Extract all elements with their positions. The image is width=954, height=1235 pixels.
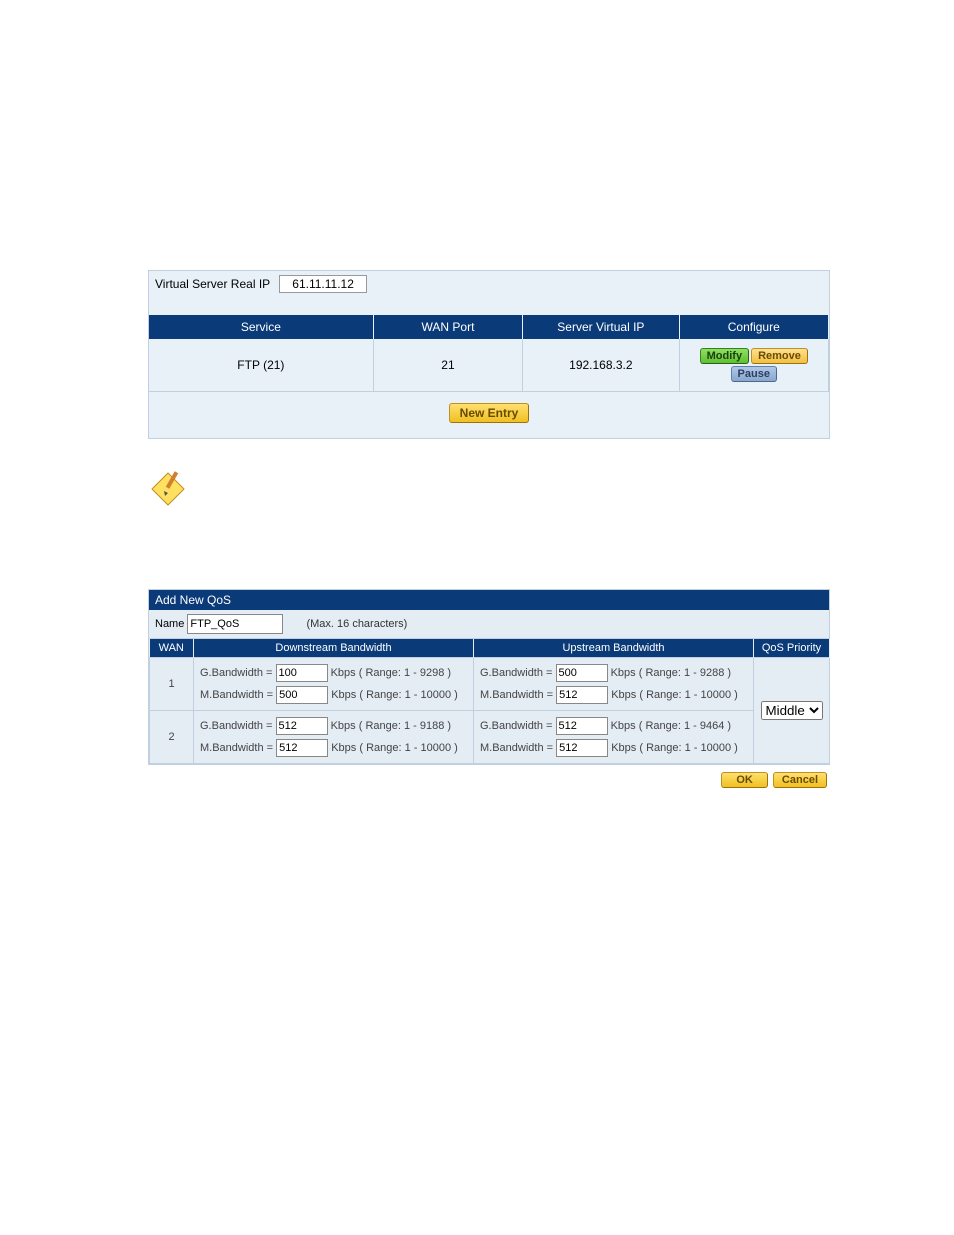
m-bandwidth-label: M.Bandwidth = <box>480 689 553 701</box>
table-row: FTP (21) 21 192.168.3.2 ModifyRemove Pau… <box>149 339 829 392</box>
virtual-server-real-ip-value: 61.11.11.12 <box>279 275 367 293</box>
qos-panel: Add New QoS Name (Max. 16 characters) WA… <box>148 589 830 765</box>
up-m-input[interactable] <box>556 739 608 757</box>
downstream-cell: G.Bandwidth = Kbps ( Range: 1 - 9188 ) M… <box>194 711 474 764</box>
down-m-input[interactable] <box>276 686 328 704</box>
qos-header-row: WAN Downstream Bandwidth Upstream Bandwi… <box>150 639 830 658</box>
range-label: ( Range: 1 - 10000 ) <box>359 689 457 701</box>
qos-name-row: Name (Max. 16 characters) <box>149 610 829 639</box>
qos-table: WAN Downstream Bandwidth Upstream Bandwi… <box>149 639 830 764</box>
remove-button[interactable]: Remove <box>751 348 808 364</box>
note-icon <box>148 469 188 509</box>
g-bandwidth-label: G.Bandwidth = <box>200 667 272 679</box>
qos-name-label: Name <box>155 618 184 630</box>
virtual-server-panel: Virtual Server Real IP 61.11.11.12 Servi… <box>148 270 830 439</box>
up-g-input[interactable] <box>556 717 608 735</box>
virtual-server-real-ip-row: Virtual Server Real IP 61.11.11.12 <box>149 271 829 297</box>
kbps-label: Kbps <box>611 742 636 754</box>
up-g-input[interactable] <box>556 664 608 682</box>
kbps-label: Kbps <box>331 667 356 679</box>
qos-button-row: OK Cancel <box>148 765 832 799</box>
cell-service: FTP (21) <box>149 339 373 392</box>
col-service: Service <box>149 315 373 339</box>
wan-number: 1 <box>150 658 194 711</box>
range-label: ( Range: 1 - 10000 ) <box>639 742 737 754</box>
col-virtual-ip: Server Virtual IP <box>523 315 679 339</box>
virtual-server-table: Service WAN Port Server Virtual IP Confi… <box>149 315 829 392</box>
range-label: ( Range: 1 - 9188 ) <box>359 720 451 732</box>
range-label: ( Range: 1 - 9288 ) <box>639 667 731 679</box>
g-bandwidth-label: G.Bandwidth = <box>480 720 552 732</box>
ok-button[interactable]: OK <box>721 772 768 788</box>
col-wan: WAN <box>150 639 194 658</box>
up-m-input[interactable] <box>556 686 608 704</box>
virtual-server-real-ip-label: Virtual Server Real IP <box>155 277 270 291</box>
g-bandwidth-label: G.Bandwidth = <box>200 720 272 732</box>
pause-button[interactable]: Pause <box>731 366 777 382</box>
qos-row: 2 G.Bandwidth = Kbps ( Range: 1 - 9188 )… <box>150 711 830 764</box>
range-label: ( Range: 1 - 10000 ) <box>359 742 457 754</box>
m-bandwidth-label: M.Bandwidth = <box>200 689 273 701</box>
cell-configure: ModifyRemove Pause <box>679 339 829 392</box>
m-bandwidth-label: M.Bandwidth = <box>480 742 553 754</box>
qos-title: Add New QoS <box>149 590 829 610</box>
upstream-cell: G.Bandwidth = Kbps ( Range: 1 - 9464 ) M… <box>474 711 754 764</box>
down-m-input[interactable] <box>276 739 328 757</box>
kbps-label: Kbps <box>331 742 356 754</box>
col-configure: Configure <box>679 315 829 339</box>
qos-name-hint: (Max. 16 characters) <box>306 618 407 630</box>
table-header-row: Service WAN Port Server Virtual IP Confi… <box>149 315 829 339</box>
col-wan-port: WAN Port <box>373 315 522 339</box>
down-g-input[interactable] <box>276 664 328 682</box>
kbps-label: Kbps <box>331 689 356 701</box>
priority-cell: Middle <box>754 658 830 764</box>
modify-button[interactable]: Modify <box>700 348 749 364</box>
priority-select[interactable]: Middle <box>761 701 823 720</box>
g-bandwidth-label: G.Bandwidth = <box>480 667 552 679</box>
qos-name-input[interactable] <box>187 614 283 634</box>
range-label: ( Range: 1 - 9464 ) <box>639 720 731 732</box>
qos-row: 1 G.Bandwidth = Kbps ( Range: 1 - 9298 )… <box>150 658 830 711</box>
down-g-input[interactable] <box>276 717 328 735</box>
kbps-label: Kbps <box>611 720 636 732</box>
cancel-button[interactable]: Cancel <box>773 772 827 788</box>
range-label: ( Range: 1 - 10000 ) <box>639 689 737 701</box>
cell-virtual-ip: 192.168.3.2 <box>523 339 679 392</box>
cell-wan-port: 21 <box>373 339 522 392</box>
col-downstream: Downstream Bandwidth <box>194 639 474 658</box>
new-entry-row: New Entry <box>149 392 829 438</box>
range-label: ( Range: 1 - 9298 ) <box>359 667 451 679</box>
kbps-label: Kbps <box>611 667 636 679</box>
m-bandwidth-label: M.Bandwidth = <box>200 742 273 754</box>
col-upstream: Upstream Bandwidth <box>474 639 754 658</box>
kbps-label: Kbps <box>331 720 356 732</box>
upstream-cell: G.Bandwidth = Kbps ( Range: 1 - 9288 ) M… <box>474 658 754 711</box>
new-entry-button[interactable]: New Entry <box>449 403 530 423</box>
wan-number: 2 <box>150 711 194 764</box>
downstream-cell: G.Bandwidth = Kbps ( Range: 1 - 9298 ) M… <box>194 658 474 711</box>
kbps-label: Kbps <box>611 689 636 701</box>
col-priority: QoS Priority <box>754 639 830 658</box>
